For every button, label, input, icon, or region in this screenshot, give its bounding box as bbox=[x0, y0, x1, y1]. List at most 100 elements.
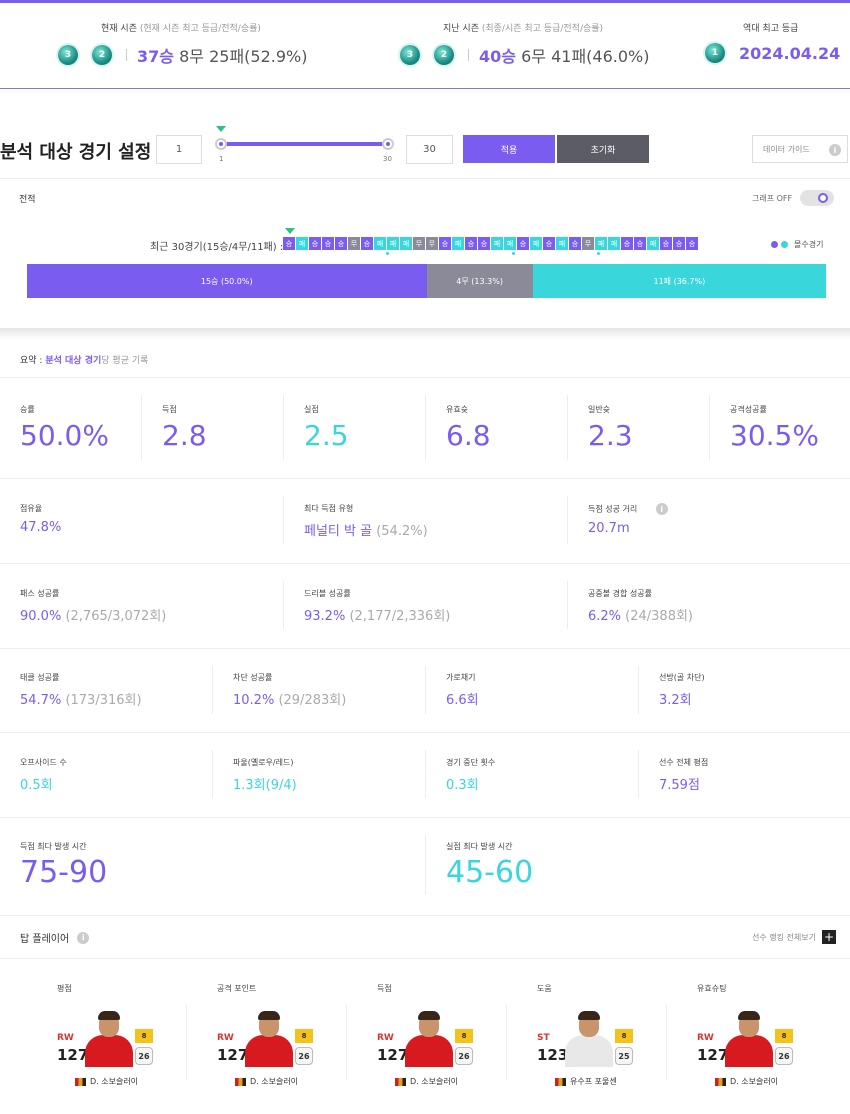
best-rank-title: 역대 최고 등급 bbox=[743, 24, 799, 34]
stat-win-rate: 승률 50.0% bbox=[20, 405, 109, 452]
player-ranking-link-label: 선수 랭킹 전체보기 bbox=[752, 932, 816, 942]
top-player-card[interactable]: 유효슈팅 RW 127 8 26 D. 소보슬러이 bbox=[697, 983, 847, 1093]
stat-block-success: 차단 성공률 10.2% (29/283회) bbox=[233, 673, 347, 708]
slider-min-handle[interactable] bbox=[215, 138, 227, 150]
divider bbox=[0, 648, 850, 649]
game-result-cell[interactable]: 패 bbox=[530, 237, 542, 250]
game-result-cell[interactable]: 승 bbox=[660, 237, 672, 250]
stat-offsides: 오프사이드 수 0.5회 bbox=[20, 758, 67, 793]
game-result-cell[interactable]: 승 bbox=[283, 237, 295, 250]
stat-interceptions: 가로채기 6.6회 bbox=[446, 673, 479, 708]
summary-heading: 요약 : 분석 대상 경기당 평균 기록 bbox=[20, 353, 148, 366]
game-result-cell[interactable]: 승 bbox=[621, 237, 633, 250]
stat-tackle-success: 태클 성공률 54.7% (173/316회) bbox=[20, 673, 142, 708]
game-result-cell[interactable]: 승 bbox=[543, 237, 555, 250]
top-player-card[interactable]: 평점 RW 127 8 26 D. 소보슬러이 bbox=[57, 983, 207, 1093]
player-name-row: 유수프 포울센 bbox=[555, 1076, 617, 1087]
game-result-cell[interactable]: 승 bbox=[465, 237, 477, 250]
game-result-cell[interactable]: 무 bbox=[413, 237, 425, 250]
game-result-cell[interactable]: 승 bbox=[686, 237, 698, 250]
game-result-cell[interactable]: 패 bbox=[296, 237, 308, 250]
player-ranking-link[interactable]: 선수 랭킹 전체보기 + bbox=[752, 930, 836, 944]
forfeit-dot bbox=[512, 252, 515, 255]
apply-button[interactable]: 적용 bbox=[463, 135, 555, 163]
top-player-card[interactable]: 득점 RW 127 8 26 D. 소보슬러이 bbox=[377, 983, 527, 1093]
stat-fouls: 파울(옐로우/레드) 1.3회(9/4) bbox=[233, 758, 297, 793]
stat-possession: 점유율 47.8% bbox=[20, 504, 62, 535]
top-player-card[interactable]: 공격 포인트 RW 127 8 26 D. 소보슬러이 bbox=[217, 983, 367, 1093]
game-result-cell[interactable]: 패 bbox=[452, 237, 464, 250]
slider-max-handle[interactable] bbox=[382, 138, 394, 150]
divider bbox=[468, 49, 469, 61]
stat-top-goal-type: 최다 득점 유형 페널티 박 골 (54.2%) bbox=[304, 504, 428, 539]
player-name: D. 소보슬러이 bbox=[410, 1077, 459, 1086]
previous-season-block: 지난 시즌 (최종/시즌 최고 등급/전적/승률) 3 2 40승 6무 41패… bbox=[400, 3, 649, 89]
game-result-cell[interactable]: 패 bbox=[387, 237, 399, 250]
game-result-cell[interactable]: 승 bbox=[634, 237, 646, 250]
summary-highlight: 분석 대상 경기 bbox=[45, 356, 102, 366]
game-result-cell[interactable]: 승 bbox=[309, 237, 321, 250]
slider-track[interactable] bbox=[221, 142, 388, 146]
divider bbox=[0, 732, 850, 733]
section-divider bbox=[0, 328, 850, 340]
recent-games-strip: 승패승승승무승패패패무무승패승승패패승패승패승무패패승승패승승승 bbox=[283, 237, 699, 250]
game-result-cell[interactable]: 패 bbox=[491, 237, 503, 250]
stat-player-rating: 선수 전체 평점 7.59점 bbox=[659, 758, 709, 793]
game-result-cell[interactable]: 패 bbox=[595, 237, 607, 250]
player-position: RW bbox=[57, 1033, 74, 1043]
level-badge: 25 bbox=[615, 1047, 633, 1065]
max-games-input[interactable]: 30 bbox=[406, 135, 453, 164]
top-player-card[interactable]: 도움 ST 123 8 25 유수프 포울센 bbox=[537, 983, 687, 1093]
slider-max-label: 30 bbox=[383, 155, 392, 163]
graph-toggle-label: 그래프 OFF bbox=[752, 194, 793, 203]
previous-season-title: 지난 시즌 bbox=[443, 24, 479, 34]
game-result-cell[interactable]: 패 bbox=[374, 237, 386, 250]
game-result-cell[interactable]: 패 bbox=[608, 237, 620, 250]
record-panel bbox=[0, 178, 850, 328]
stat-goals: 득점 2.8 bbox=[162, 405, 207, 452]
player-photo bbox=[79, 1011, 139, 1067]
game-result-cell[interactable]: 승 bbox=[569, 237, 581, 250]
game-result-cell[interactable]: 승 bbox=[517, 237, 529, 250]
enhance-badge: 8 bbox=[135, 1029, 153, 1043]
player-name: 유수프 포울센 bbox=[570, 1077, 617, 1086]
game-result-cell[interactable]: 무 bbox=[582, 237, 594, 250]
previous-season-record: 6무 41패(46.0%) bbox=[521, 47, 650, 66]
game-result-cell[interactable]: 패 bbox=[400, 237, 412, 250]
stat-saves: 선방(골 차단) 3.2회 bbox=[659, 673, 705, 708]
season-flag-icon bbox=[715, 1077, 726, 1086]
stat-attack-success: 공격성공률 30.5% bbox=[730, 405, 819, 452]
game-result-cell[interactable]: 패 bbox=[647, 237, 659, 250]
player-position: RW bbox=[217, 1033, 234, 1043]
player-photo bbox=[239, 1011, 299, 1067]
min-games-input[interactable]: 1 bbox=[156, 135, 202, 164]
graph-toggle[interactable] bbox=[800, 190, 834, 206]
game-result-cell[interactable]: 승 bbox=[335, 237, 347, 250]
summary-suffix: 당 평균 기록 bbox=[101, 356, 149, 366]
card-category: 득점 bbox=[377, 984, 392, 993]
game-result-cell[interactable]: 패 bbox=[504, 237, 516, 250]
divider bbox=[126, 49, 127, 61]
info-icon: i bbox=[829, 144, 841, 156]
recent-games-label: 최근 30경기(15승/4무/11패) : bbox=[150, 242, 284, 253]
level-badge: 26 bbox=[455, 1047, 473, 1065]
game-result-cell[interactable]: 무 bbox=[426, 237, 438, 250]
reset-button[interactable]: 초기화 bbox=[557, 135, 649, 163]
game-result-cell[interactable]: 승 bbox=[673, 237, 685, 250]
game-result-cell[interactable]: 승 bbox=[439, 237, 451, 250]
enhance-badge: 8 bbox=[615, 1029, 633, 1043]
game-result-cell[interactable]: 승 bbox=[478, 237, 490, 250]
game-result-cell[interactable]: 패 bbox=[556, 237, 568, 250]
player-name-row: D. 소보슬러이 bbox=[395, 1076, 458, 1087]
division-badge-icon: 2 bbox=[92, 45, 112, 65]
data-guide-button[interactable]: 데이터 가이드 i bbox=[752, 135, 848, 163]
stat-other-shots: 일반슛 2.3 bbox=[588, 405, 633, 452]
enhance-badge: 8 bbox=[775, 1029, 793, 1043]
game-result-cell[interactable]: 승 bbox=[322, 237, 334, 250]
latest-game-marker-icon bbox=[285, 228, 295, 234]
game-result-cell[interactable]: 무 bbox=[348, 237, 360, 250]
info-icon[interactable]: i bbox=[655, 503, 668, 515]
info-icon[interactable]: i bbox=[77, 931, 90, 944]
game-result-cell[interactable]: 승 bbox=[361, 237, 373, 250]
win-segment: 15승 (50.0%) bbox=[27, 264, 427, 298]
